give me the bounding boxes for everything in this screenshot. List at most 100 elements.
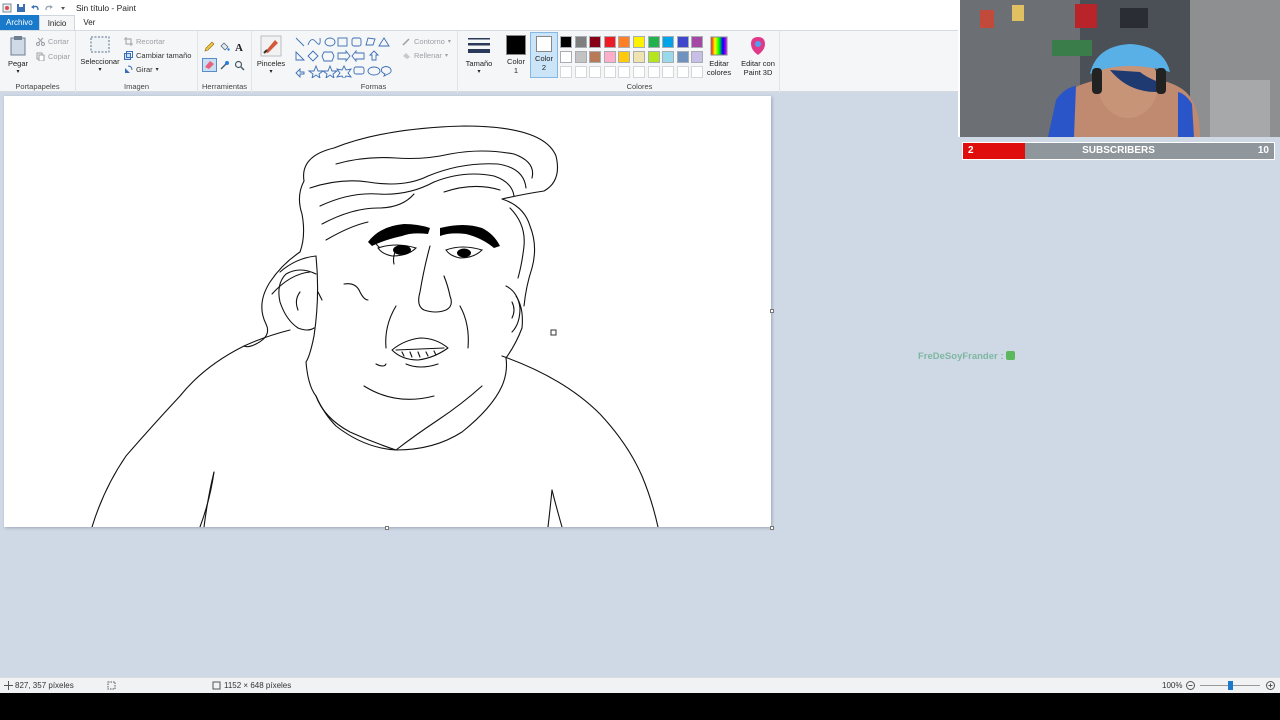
- screen-bottom-bar: [0, 693, 1280, 720]
- copy-button[interactable]: Copiar: [36, 52, 70, 61]
- stream-chat-message: FreDeSoyFrander :: [918, 351, 1016, 362]
- palette-swatch[interactable]: [560, 51, 572, 63]
- select-label: Seleccionar: [80, 57, 120, 66]
- palette-swatch[interactable]: [589, 51, 602, 63]
- zoom-slider-thumb[interactable]: [1227, 681, 1233, 690]
- paint-app-icon: [2, 3, 12, 12]
- color1-swatch: [506, 35, 526, 55]
- canvas-resize-handle-corner[interactable]: [770, 526, 774, 530]
- palette-swatch[interactable]: [662, 51, 675, 63]
- outline-button[interactable]: Contorno ▾: [402, 37, 451, 46]
- pencil-icon[interactable]: [204, 41, 215, 52]
- palette-swatch[interactable]: [603, 51, 616, 63]
- save-icon[interactable]: [16, 3, 26, 13]
- color2-label: Color: [535, 54, 553, 63]
- color2-button[interactable]: Color 2: [530, 32, 558, 78]
- palette-swatch[interactable]: [633, 36, 645, 48]
- left-eyebrow: [368, 224, 430, 246]
- zoom-in-icon[interactable]: [1266, 681, 1275, 690]
- fill-button[interactable]: Rellenar ▾: [402, 51, 448, 60]
- custom-color-slot[interactable]: [647, 66, 660, 78]
- fill-bucket-icon[interactable]: [219, 41, 230, 52]
- cut-button[interactable]: Cortar: [36, 37, 69, 46]
- selection-size-icon: [107, 681, 116, 690]
- selection-rectangle-icon: [90, 36, 110, 53]
- color-picker-icon[interactable]: [219, 60, 230, 71]
- subscriber-label: SUBSCRIBERS: [1082, 145, 1155, 156]
- window-title: Sin título - Paint: [76, 2, 137, 13]
- custom-color-slot[interactable]: [662, 66, 675, 78]
- edit-colors-button[interactable]: Editar colores: [702, 35, 736, 77]
- zoom-out-icon[interactable]: [1186, 681, 1195, 690]
- palette-swatch[interactable]: [589, 36, 602, 48]
- palette-swatch[interactable]: [574, 36, 587, 48]
- drawing-canvas[interactable]: [4, 96, 771, 527]
- image-group: Seleccionar ▾ Recortar Cambiar tamaño Gi…: [76, 31, 198, 93]
- paint3d-label-2: Paint 3D: [743, 68, 773, 77]
- paint3d-button[interactable]: Editar con Paint 3D: [738, 35, 778, 77]
- palette-swatch[interactable]: [603, 36, 616, 48]
- edit-colors-label-2: colores: [706, 68, 732, 77]
- color1-button[interactable]: Color 1: [503, 35, 529, 75]
- chat-username: FreDeSoyFrander :: [918, 351, 1004, 362]
- undo-icon[interactable]: [30, 3, 40, 13]
- chevron-down-icon: ▾: [447, 39, 451, 45]
- color1-number: 1: [513, 66, 519, 75]
- subscriber-goal: 10: [1257, 145, 1269, 156]
- tab-inicio[interactable]: Inicio: [38, 15, 76, 30]
- palette-swatch[interactable]: [662, 36, 675, 48]
- palette-swatch[interactable]: [633, 51, 645, 63]
- palette-swatch[interactable]: [647, 51, 660, 63]
- outline-icon: [402, 38, 410, 46]
- color2-swatch: [536, 36, 552, 52]
- eraser-icon[interactable]: [202, 58, 217, 72]
- custom-color-slot[interactable]: [589, 66, 602, 78]
- resize-button[interactable]: Cambiar tamaño: [124, 51, 191, 60]
- palette-swatch[interactable]: [676, 36, 689, 48]
- shapes-group-label: Formas: [360, 82, 387, 91]
- copy-icon: [36, 52, 45, 61]
- chevron-down-icon: ▾: [477, 69, 481, 75]
- right-pupil: [457, 248, 471, 258]
- tab-ver[interactable]: Ver: [75, 15, 103, 30]
- shapes-gallery-icon[interactable]: [294, 36, 394, 78]
- subscriber-goal-bar: 2 SUBSCRIBERS 10: [962, 142, 1275, 160]
- zoom-slider[interactable]: [1200, 681, 1260, 690]
- custom-color-slot[interactable]: [560, 66, 572, 78]
- palette-swatch[interactable]: [647, 36, 660, 48]
- custom-color-slot[interactable]: [676, 66, 689, 78]
- custom-color-slot[interactable]: [633, 66, 645, 78]
- crop-button[interactable]: Recortar: [124, 37, 165, 46]
- rotate-button[interactable]: Girar ▾: [124, 65, 159, 74]
- canvas-resize-handle-bottom[interactable]: [385, 526, 389, 530]
- fill-icon: [403, 53, 410, 59]
- select-button[interactable]: Seleccionar ▾: [80, 35, 120, 75]
- palette-swatch[interactable]: [676, 51, 689, 63]
- text-tool-icon[interactable]: A: [234, 41, 245, 52]
- custom-color-slot[interactable]: [603, 66, 616, 78]
- custom-color-slot[interactable]: [618, 66, 631, 78]
- size-button[interactable]: Tamaño ▾: [462, 35, 496, 77]
- magnifier-icon[interactable]: [234, 60, 245, 71]
- palette-swatch[interactable]: [560, 36, 572, 48]
- paint3d-label-1: Editar con: [741, 59, 775, 68]
- clipboard-icon: [10, 36, 26, 56]
- colors-group-label: Colores: [626, 82, 653, 91]
- brush-cursor: [550, 329, 557, 336]
- canvas-resize-handle-right[interactable]: [770, 309, 774, 313]
- customize-toolbar-icon[interactable]: [58, 3, 68, 13]
- color1-label: Color: [507, 57, 525, 66]
- chevron-down-icon: ▾: [155, 67, 159, 73]
- custom-color-slot[interactable]: [574, 66, 587, 78]
- paste-button[interactable]: Pegar ▾: [4, 35, 32, 77]
- webcam-feed: [960, 0, 1280, 137]
- rotate-label: Girar: [136, 65, 153, 74]
- redo-icon[interactable]: [44, 3, 54, 13]
- palette-swatch[interactable]: [574, 51, 587, 63]
- tab-archivo[interactable]: Archivo: [0, 15, 39, 30]
- palette-swatch[interactable]: [618, 36, 631, 48]
- copy-label: Copiar: [48, 52, 71, 61]
- palette-swatch[interactable]: [618, 51, 631, 63]
- brushes-button[interactable]: Pinceles ▾: [254, 35, 288, 77]
- webcam-overlay: [958, 0, 1280, 137]
